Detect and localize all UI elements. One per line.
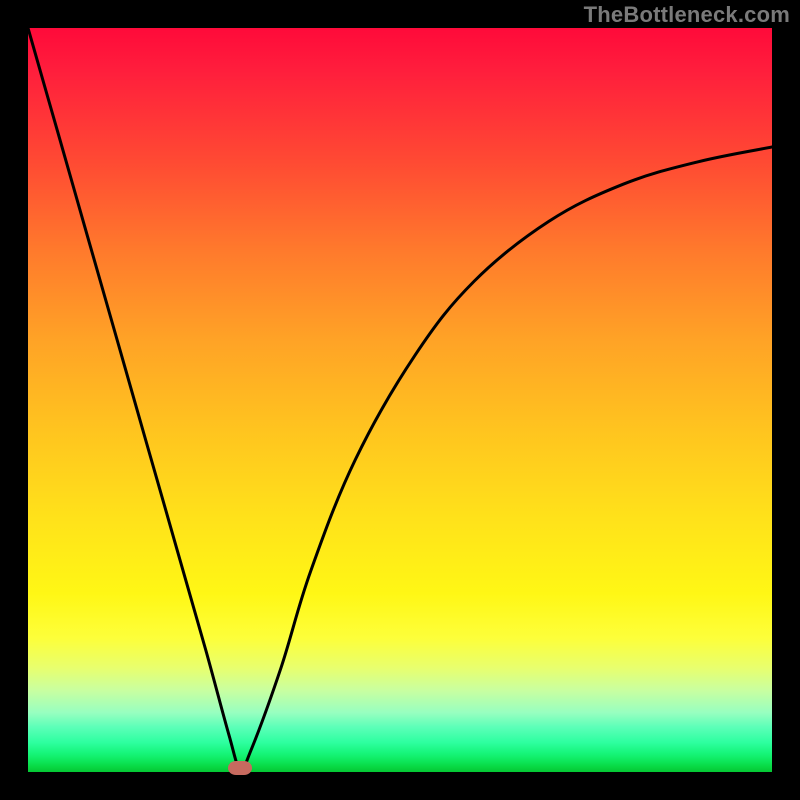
chart-frame: TheBottleneck.com <box>0 0 800 800</box>
plot-area <box>28 28 772 772</box>
watermark-text: TheBottleneck.com <box>584 2 790 28</box>
bottleneck-curve <box>28 28 772 772</box>
optimum-marker <box>228 761 252 775</box>
